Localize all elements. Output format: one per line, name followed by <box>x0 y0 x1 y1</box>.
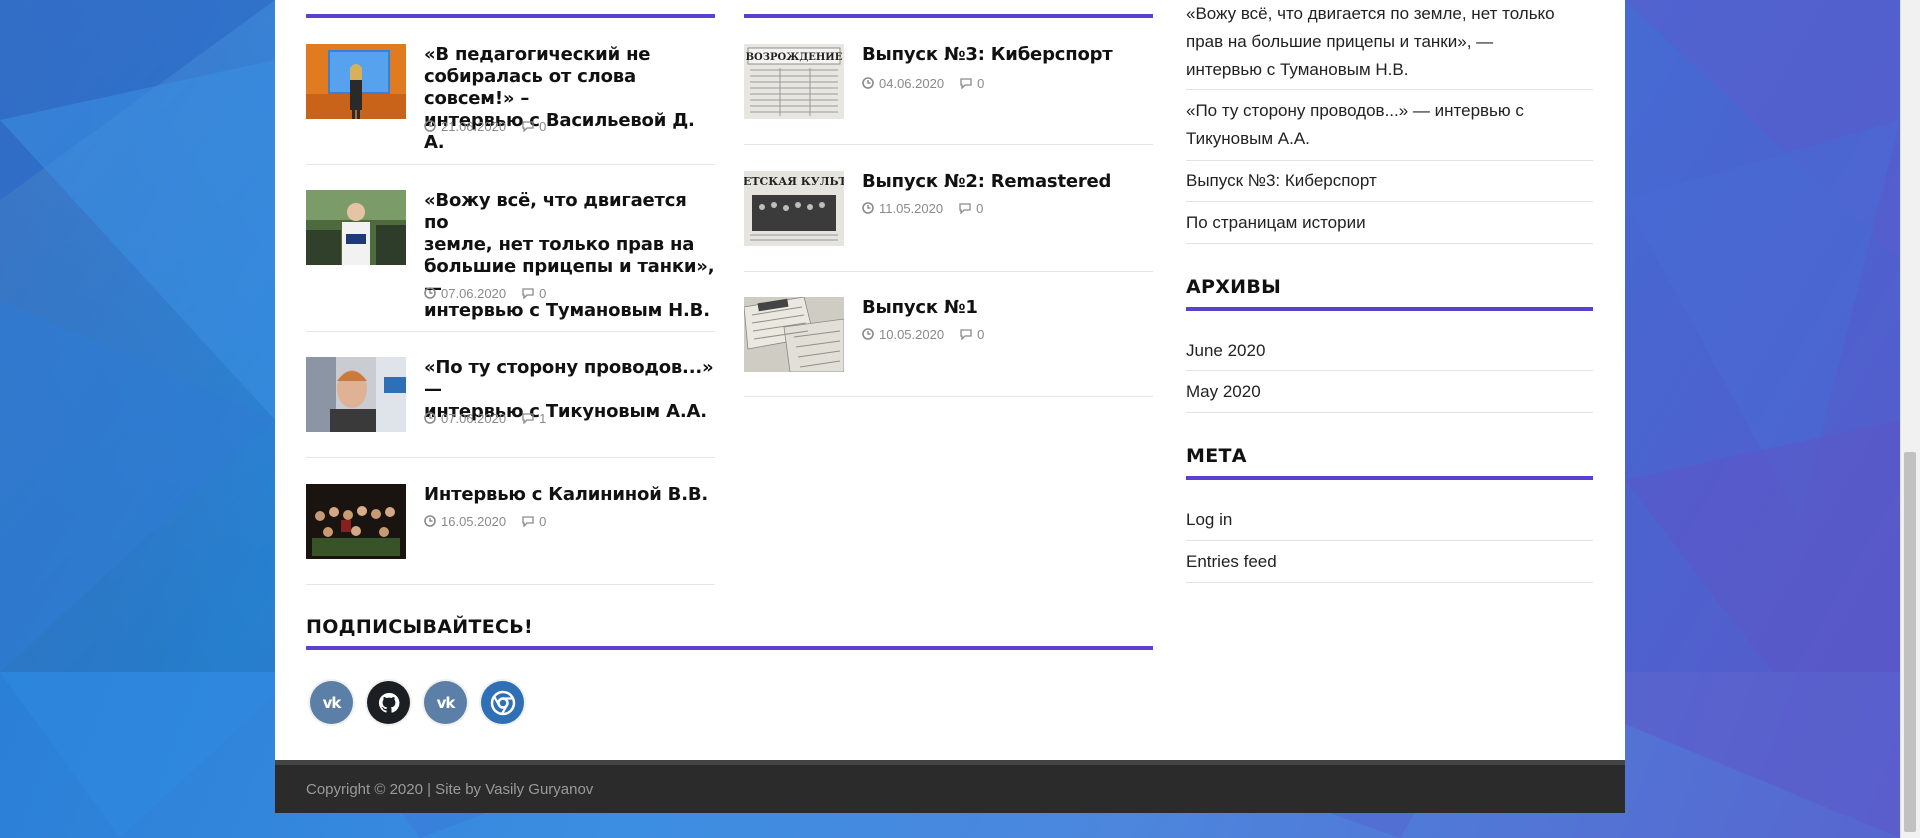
divider <box>1186 540 1593 541</box>
comment-icon <box>960 329 972 340</box>
clock-icon <box>862 328 874 340</box>
login-link[interactable]: Log in <box>1186 506 1232 534</box>
clock-icon <box>862 77 874 89</box>
post-meta: 07.06.2020 1 <box>424 411 546 426</box>
post-title[interactable]: «Вожу всё, что двигается по земле, нет т… <box>424 190 715 322</box>
content-area: «В педагогический не собиралась от слова… <box>275 0 1625 760</box>
post-title[interactable]: Выпуск №1 <box>862 297 978 319</box>
subscribe-rule <box>306 646 1153 650</box>
post-meta: 04.06.2020 0 <box>862 76 984 91</box>
divider <box>306 331 715 332</box>
column1-rule <box>306 14 715 18</box>
comment-icon <box>522 516 534 527</box>
meta-title: МЕТА <box>1186 445 1247 467</box>
post-item[interactable]: Выпуск №1 10.05.2020 0 <box>744 297 1153 387</box>
post-date: 07.06.2020 <box>441 411 507 426</box>
post-item[interactable]: «Вожу всё, что двигается по земле, нет т… <box>306 190 715 321</box>
chrome-logo-icon <box>490 690 515 715</box>
post-date: 07.06.2020 <box>441 286 507 301</box>
comment-icon <box>522 413 534 424</box>
entries-feed-link[interactable]: Entries feed <box>1186 548 1277 576</box>
woman-at-screen-thumbnail[interactable] <box>306 44 406 119</box>
clock-icon <box>424 120 436 132</box>
man-portrait-thumbnail[interactable] <box>306 357 406 432</box>
divider <box>1186 370 1593 371</box>
divider <box>1186 582 1593 583</box>
post-title[interactable]: Выпуск №3: Киберспорт <box>862 44 1113 66</box>
post-item[interactable]: «В педагогический не собиралась от слова… <box>306 44 715 154</box>
meta-rule <box>1186 476 1593 480</box>
divider <box>1186 160 1593 161</box>
vk-icon[interactable]: vk <box>424 681 467 724</box>
divider <box>744 271 1153 272</box>
comment-icon <box>959 203 971 214</box>
archive-link-may-2020[interactable]: May 2020 <box>1186 378 1261 406</box>
post-meta: 11.05.2020 0 <box>862 201 983 216</box>
github-cat-icon <box>378 692 399 713</box>
scrollbar-thumb[interactable] <box>1904 452 1916 832</box>
clock-icon <box>862 202 874 214</box>
post-item[interactable]: ВОЗРОЖДЕНИЕ Выпуск №3: Киберспорт 04.06.… <box>744 44 1153 134</box>
comment-count[interactable]: 0 <box>539 119 546 134</box>
archive-link-june-2020[interactable]: June 2020 <box>1186 337 1265 365</box>
post-date: 16.05.2020 <box>441 514 507 529</box>
comment-icon <box>522 121 534 132</box>
clock-icon <box>424 412 436 424</box>
comment-count[interactable]: 0 <box>539 514 546 529</box>
newspapers-pile-thumbnail[interactable] <box>744 297 844 372</box>
divider <box>306 457 715 458</box>
comment-icon <box>960 78 972 89</box>
post-meta: 16.05.2020 0 <box>424 514 546 529</box>
post-date: 21.06.2020 <box>441 119 507 134</box>
clock-icon <box>424 515 436 527</box>
post-date: 10.05.2020 <box>879 327 945 342</box>
post-date: 11.05.2020 <box>879 201 944 216</box>
post-meta: 07.06.2020 0 <box>424 286 546 301</box>
comment-count[interactable]: 0 <box>977 76 984 91</box>
divider <box>1186 89 1593 90</box>
comment-count[interactable]: 0 <box>977 327 984 342</box>
recent-post-link[interactable]: По страницам истории <box>1186 209 1366 237</box>
svg-text:ОВЕТСКАЯ КУЛЬТУР: ОВЕТСКАЯ КУЛЬТУР <box>744 175 844 188</box>
man-outdoors-thumbnail[interactable] <box>306 190 406 265</box>
archives-title: АРХИВЫ <box>1186 276 1282 298</box>
comment-count[interactable]: 1 <box>539 411 546 426</box>
divider <box>744 144 1153 145</box>
scrollbar[interactable] <box>1900 0 1920 838</box>
post-item[interactable]: ОВЕТСКАЯ КУЛЬТУР Выпуск №2: Remastered 1… <box>744 171 1153 261</box>
divider <box>306 164 715 165</box>
post-item[interactable]: «По ту сторону проводов...» — интервью с… <box>306 357 715 457</box>
divider <box>1186 412 1593 413</box>
post-date: 04.06.2020 <box>879 76 945 91</box>
column2-rule <box>744 14 1153 18</box>
post-meta: 21.06.2020 0 <box>424 119 546 134</box>
chrome-icon[interactable] <box>481 681 524 724</box>
divider <box>1186 201 1593 202</box>
newspaper-sovetskaya-kultura-thumbnail[interactable]: ОВЕТСКАЯ КУЛЬТУР <box>744 171 844 246</box>
post-title[interactable]: Выпуск №2: Remastered <box>862 171 1111 193</box>
post-title[interactable]: Интервью с Калининой В.В. <box>424 484 708 506</box>
comment-icon <box>522 288 534 299</box>
vk-icon[interactable]: vk <box>310 681 353 724</box>
comment-count[interactable]: 0 <box>976 201 983 216</box>
divider <box>744 396 1153 397</box>
post-item[interactable]: Интервью с Калининой В.В. 16.05.2020 0 <box>306 484 715 574</box>
recent-post-link[interactable]: «По ту сторону проводов...» — интервью с… <box>1186 97 1593 153</box>
post-title[interactable]: «В педагогический не собиралась от слова… <box>424 44 715 154</box>
subscribe-title: ПОДПИСЫВАЙТЕСЬ! <box>306 616 534 638</box>
divider <box>1186 243 1593 244</box>
copyright-text: Copyright © 2020 | Site by Vasily Guryan… <box>306 781 594 798</box>
divider <box>306 584 715 585</box>
comment-count[interactable]: 0 <box>539 286 546 301</box>
github-icon[interactable] <box>367 681 410 724</box>
site-footer: Copyright © 2020 | Site by Vasily Guryan… <box>275 760 1625 813</box>
archives-rule <box>1186 307 1593 311</box>
svg-text:ВОЗРОЖДЕНИЕ: ВОЗРОЖДЕНИЕ <box>746 52 843 63</box>
group-photo-thumbnail[interactable] <box>306 484 406 559</box>
newspaper-vozrozhdenie-thumbnail[interactable]: ВОЗРОЖДЕНИЕ <box>744 44 844 119</box>
clock-icon <box>424 287 436 299</box>
recent-post-link[interactable]: «Вожу всё, что двигается по земле, нет т… <box>1186 0 1593 84</box>
recent-post-link[interactable]: Выпуск №3: Киберспорт <box>1186 167 1377 195</box>
post-meta: 10.05.2020 0 <box>862 327 984 342</box>
